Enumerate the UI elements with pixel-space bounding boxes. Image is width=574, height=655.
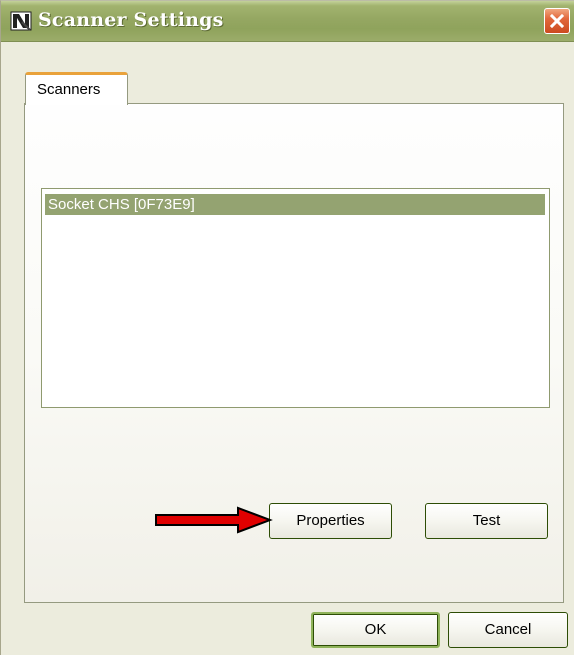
cancel-button[interactable]: Cancel [448,612,568,648]
ok-button[interactable]: OK [311,612,440,648]
close-button[interactable] [544,8,570,34]
red-arrow-annotation [155,506,273,534]
cancel-button-label: Cancel [484,621,532,638]
close-icon [550,14,564,28]
scanner-list[interactable]: Socket CHS [0F73E9] [41,188,550,408]
test-button-label: Test [472,512,501,529]
ok-button-label: OK [364,621,387,638]
test-button[interactable]: Test [425,503,548,539]
scanner-app-icon [10,10,32,32]
properties-button[interactable]: Properties [269,503,392,539]
window-title: Scanner Settings [38,9,224,31]
title-bar[interactable]: Scanner Settings [1,1,574,42]
list-item[interactable]: Socket CHS [0F73E9] [45,194,545,215]
scanner-settings-dialog: Scanner Settings Scanners Socket CHS [0F… [0,0,574,655]
properties-button-label: Properties [296,512,365,529]
tab-scanners[interactable]: Scanners [25,72,128,105]
tab-scanners-label: Scanners [37,81,101,98]
